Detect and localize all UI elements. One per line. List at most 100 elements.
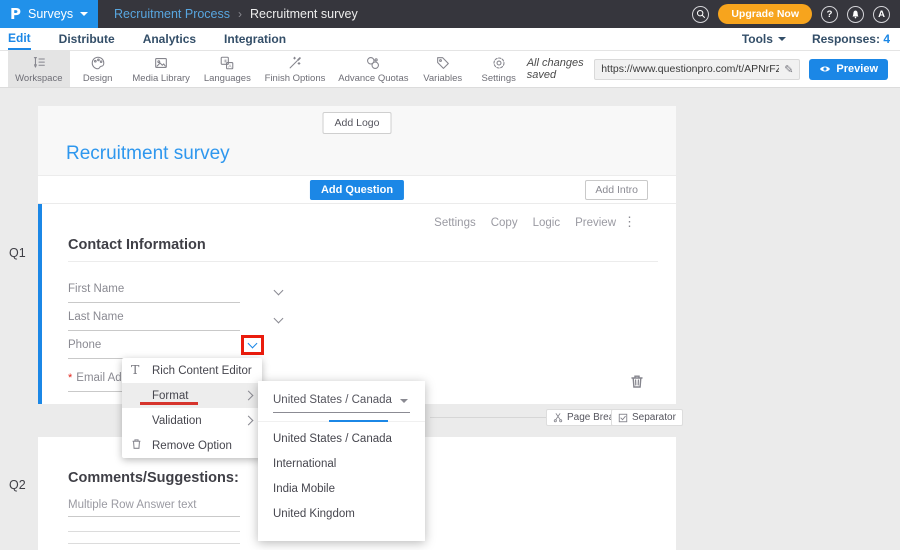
add-intro-button[interactable]: Add Intro bbox=[585, 180, 648, 200]
image-icon bbox=[153, 55, 169, 71]
question-2-title[interactable]: Comments/Suggestions: bbox=[68, 470, 239, 486]
multirow-answer-field[interactable]: Multiple Row Answer text bbox=[68, 499, 240, 517]
field-row-last-name[interactable]: Last Name bbox=[68, 311, 240, 331]
divider bbox=[68, 261, 658, 262]
tools-menu[interactable]: Tools bbox=[742, 32, 786, 46]
survey-title[interactable]: Recruitment survey bbox=[66, 143, 230, 165]
question-1-title[interactable]: Contact Information bbox=[68, 237, 206, 253]
separator-button[interactable]: Separator bbox=[611, 409, 683, 426]
toolbar-item-advance-quotas[interactable]: Advance Quotas bbox=[332, 51, 415, 87]
option-india-mobile[interactable]: India Mobile bbox=[258, 476, 425, 501]
tab-integration[interactable]: Integration bbox=[224, 28, 286, 50]
add-logo-button[interactable]: Add Logo bbox=[323, 112, 392, 134]
tab-edit[interactable]: Edit bbox=[8, 28, 31, 50]
chain-links-icon bbox=[365, 55, 381, 71]
topbar-actions: Upgrade Now ? A bbox=[692, 4, 900, 24]
question-1-number: Q1 bbox=[9, 246, 26, 260]
toolbar-item-languages[interactable]: ✳A Languages bbox=[197, 51, 258, 87]
question-actions: Settings Copy Logic Preview bbox=[434, 217, 616, 229]
toolbar-item-media-library[interactable]: Media Library bbox=[126, 51, 197, 87]
survey-header-card: Add Logo Recruitment survey bbox=[38, 106, 676, 176]
magic-wand-icon bbox=[287, 55, 303, 71]
tag-icon bbox=[435, 55, 451, 71]
translate-icon: ✳A bbox=[219, 55, 235, 71]
delete-question-button[interactable] bbox=[630, 374, 644, 389]
checkbox-icon bbox=[618, 413, 628, 423]
account-avatar[interactable]: A bbox=[873, 6, 890, 23]
toolbar-item-design[interactable]: Design bbox=[70, 51, 126, 87]
topbar: P Surveys Recruitment Process › Recruitm… bbox=[0, 0, 900, 28]
question-logic-link[interactable]: Logic bbox=[533, 217, 561, 229]
add-question-button[interactable]: Add Question bbox=[310, 180, 404, 200]
trash-icon bbox=[131, 438, 142, 453]
edit-url-icon[interactable]: ✎ bbox=[784, 63, 793, 76]
select-focus-indicator bbox=[329, 420, 388, 422]
question-2-number: Q2 bbox=[9, 478, 26, 492]
breadcrumb: Recruitment Process › Recruitment survey bbox=[114, 7, 358, 21]
question-settings-link[interactable]: Settings bbox=[434, 217, 476, 229]
toolbar-item-settings[interactable]: Settings bbox=[471, 51, 527, 87]
chevron-down-icon bbox=[80, 12, 88, 16]
option-united-kingdom[interactable]: United Kingdom bbox=[258, 501, 425, 526]
workspace-icon bbox=[31, 55, 47, 71]
format-submenu-panel: United States / Canada United States / C… bbox=[258, 381, 425, 541]
toolbar-item-workspace[interactable]: Workspace bbox=[8, 51, 70, 87]
responses-count: 4 bbox=[883, 32, 890, 46]
breadcrumb-separator: › bbox=[238, 7, 242, 21]
field-dropdown-chevron-icon[interactable] bbox=[274, 314, 284, 324]
svg-text:✳: ✳ bbox=[223, 58, 227, 64]
breadcrumb-current: Recruitment survey bbox=[250, 7, 358, 21]
row-options-context-menu: T Rich Content Editor Format Validation … bbox=[122, 358, 262, 458]
surveys-menu[interactable]: P Surveys bbox=[0, 0, 98, 28]
field-row-phone[interactable]: Phone bbox=[68, 339, 240, 359]
tab-distribute[interactable]: Distribute bbox=[59, 28, 115, 50]
select-arrow-icon bbox=[400, 399, 408, 403]
search-button[interactable] bbox=[692, 6, 709, 23]
search-icon bbox=[696, 9, 706, 19]
required-asterisk: * bbox=[68, 372, 72, 384]
editor-toolbar: Workspace Design Media Library ✳A Langua… bbox=[0, 51, 900, 88]
scissors-icon bbox=[553, 412, 563, 423]
bell-icon bbox=[851, 9, 860, 19]
question-copy-link[interactable]: Copy bbox=[491, 217, 518, 229]
phone-dropdown-chevron-icon[interactable] bbox=[248, 339, 258, 349]
add-question-row: Add Question Add Intro bbox=[38, 176, 676, 203]
preview-button[interactable]: Preview bbox=[809, 59, 888, 80]
help-button[interactable]: ? bbox=[821, 6, 838, 23]
chevron-down-icon bbox=[778, 37, 786, 41]
submenu-chevron-icon bbox=[244, 416, 254, 426]
format-select[interactable]: United States / Canada bbox=[273, 394, 410, 413]
option-international[interactable]: International bbox=[258, 451, 425, 476]
product-name: Surveys bbox=[28, 7, 73, 21]
submenu-chevron-icon bbox=[244, 391, 254, 401]
gear-icon bbox=[491, 55, 507, 71]
menu-item-remove-option[interactable]: Remove Option bbox=[122, 433, 262, 458]
questionpro-logo: P bbox=[10, 5, 21, 23]
annotation-underline bbox=[140, 402, 198, 405]
breadcrumb-folder-link[interactable]: Recruitment Process bbox=[114, 7, 230, 21]
upgrade-now-button[interactable]: Upgrade Now bbox=[718, 4, 812, 24]
field-row-first-name[interactable]: First Name bbox=[68, 283, 240, 303]
field-dropdown-chevron-icon[interactable] bbox=[274, 286, 284, 296]
text-format-icon: T bbox=[131, 362, 139, 378]
question-preview-link[interactable]: Preview bbox=[575, 217, 616, 229]
eye-icon bbox=[819, 64, 831, 74]
answer-line bbox=[68, 543, 240, 544]
notifications-button[interactable] bbox=[847, 6, 864, 23]
survey-url-box: ✎ bbox=[594, 59, 800, 80]
menu-item-validation[interactable]: Validation bbox=[122, 408, 262, 433]
trash-icon bbox=[630, 374, 644, 389]
survey-url-input[interactable] bbox=[601, 63, 779, 75]
annotation-highlight-box bbox=[241, 335, 264, 355]
save-status: All changes saved bbox=[527, 57, 585, 81]
toolbar-right: All changes saved ✎ Preview bbox=[527, 51, 900, 87]
responses-link[interactable]: Responses: 4 bbox=[812, 32, 890, 46]
toolbar-item-variables[interactable]: Variables bbox=[415, 51, 471, 87]
menu-item-rich-content-editor[interactable]: T Rich Content Editor bbox=[122, 358, 262, 383]
question-more-menu[interactable]: ⋮ bbox=[623, 214, 636, 230]
toolbar-item-finish-options[interactable]: Finish Options bbox=[258, 51, 332, 87]
main-nav: Edit Distribute Analytics Integration To… bbox=[0, 28, 900, 51]
questionpro-survey-editor: P Surveys Recruitment Process › Recruitm… bbox=[0, 0, 900, 550]
option-united-states-canada[interactable]: United States / Canada bbox=[258, 426, 425, 451]
tab-analytics[interactable]: Analytics bbox=[143, 28, 196, 50]
